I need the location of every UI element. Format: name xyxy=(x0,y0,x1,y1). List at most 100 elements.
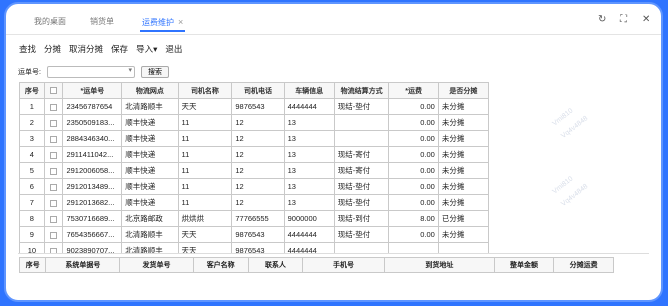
cell-outlet[interactable]: 顺丰快递 xyxy=(121,178,179,195)
cell-driver-phone[interactable]: 9876543 xyxy=(231,98,285,115)
table-row[interactable]: 2 2350509183... 顺丰快递 11 12 13 0.00 未分摊 xyxy=(19,114,490,131)
cell-select[interactable] xyxy=(43,162,64,179)
cell-driver[interactable]: 11 xyxy=(177,194,233,211)
cell-allocated[interactable]: 未分摊 xyxy=(437,226,490,243)
cell-outlet[interactable]: 北京路邮政 xyxy=(121,210,179,227)
cell-select[interactable] xyxy=(43,130,64,147)
row-checkbox[interactable] xyxy=(50,215,58,223)
cell-allocated[interactable]: 未分摊 xyxy=(437,194,490,211)
cell-vehicle[interactable]: 4444444 xyxy=(283,226,335,243)
cell-waybill[interactable]: 23456787654 xyxy=(62,98,123,115)
cell-vehicle[interactable]: 13 xyxy=(283,114,335,131)
cell-vehicle[interactable]: 4444444 xyxy=(283,242,335,253)
cell-driver[interactable]: 11 xyxy=(177,162,233,179)
cell-settlement[interactable]: 现结-寄付 xyxy=(333,162,390,179)
cell-allocated[interactable]: 未分摊 xyxy=(437,130,490,147)
table-row[interactable]: 3 2884346340... 顺丰快递 11 12 13 0.00 未分摊 xyxy=(19,130,490,147)
cell-allocated[interactable] xyxy=(437,242,490,253)
cell-settlement[interactable]: 现结-垫付 xyxy=(333,226,390,243)
table-row[interactable]: 1 23456787654 北清路顺丰 天天 9876543 4444444 现结-垫付 0.… xyxy=(19,98,490,115)
row-checkbox[interactable] xyxy=(50,151,58,159)
cell-select[interactable] xyxy=(43,242,64,253)
cell-select[interactable] xyxy=(43,226,64,243)
cell-vehicle[interactable]: 13 xyxy=(283,162,335,179)
cell-driver-phone[interactable]: 12 xyxy=(231,194,285,211)
cell-driver-phone[interactable]: 9876543 xyxy=(231,226,285,243)
cell-settlement[interactable]: 现结-寄付 xyxy=(333,146,390,163)
cell-outlet[interactable]: 北清路顺丰 xyxy=(121,242,179,253)
table-row[interactable]: 5 2912006058... 顺丰快递 11 12 13 现结-寄付 0.00 未分摊 xyxy=(19,162,490,179)
cell-select[interactable] xyxy=(43,114,64,131)
cell-allocated[interactable]: 未分摊 xyxy=(437,162,490,179)
cell-driver[interactable]: 天天 xyxy=(177,242,233,253)
cell-freight[interactable]: 0.00 xyxy=(388,98,439,115)
cell-allocated[interactable]: 未分摊 xyxy=(437,114,490,131)
row-checkbox[interactable] xyxy=(50,167,58,175)
cell-waybill[interactable]: 9023890707... xyxy=(62,242,123,253)
cell-waybill[interactable]: 7530716689... xyxy=(62,210,123,227)
row-checkbox[interactable] xyxy=(50,103,58,111)
cell-index[interactable]: 6 xyxy=(19,178,45,195)
table-row[interactable]: 6 2912013489... 顺丰快递 11 12 13 现结-垫付 0.00 未分摊 xyxy=(19,178,490,195)
cell-select[interactable] xyxy=(43,146,64,163)
cell-settlement[interactable]: 现结-垫付 xyxy=(333,178,390,195)
cell-driver[interactable]: 11 xyxy=(177,146,233,163)
cell-freight[interactable]: 0.00 xyxy=(388,162,439,179)
cell-outlet[interactable]: 顺丰快递 xyxy=(121,194,179,211)
row-checkbox[interactable] xyxy=(50,231,58,239)
cell-vehicle[interactable]: 13 xyxy=(283,146,335,163)
cell-waybill[interactable]: 2911411042... xyxy=(62,146,123,163)
cell-outlet[interactable]: 顺丰快递 xyxy=(121,114,179,131)
cell-index[interactable]: 2 xyxy=(19,114,45,131)
cell-outlet[interactable]: 北清路顺丰 xyxy=(121,226,179,243)
cell-driver[interactable]: 烘烘烘 xyxy=(177,210,233,227)
cell-freight[interactable]: 0.00 xyxy=(388,226,439,243)
cell-allocated[interactable]: 未分摊 xyxy=(437,178,490,195)
select-all-checkbox[interactable] xyxy=(50,86,58,94)
cell-index[interactable]: 7 xyxy=(19,194,45,211)
cell-vehicle[interactable]: 4444444 xyxy=(283,98,335,115)
cell-index[interactable]: 8 xyxy=(19,210,45,227)
cell-settlement[interactable] xyxy=(333,130,390,147)
cell-freight[interactable]: 8.00 xyxy=(388,210,439,227)
cell-index[interactable]: 10 xyxy=(19,242,45,253)
table-row[interactable]: 7 2912013682... 顺丰快递 11 12 13 现结-垫付 0.00 未分摊 xyxy=(19,194,490,211)
cell-driver-phone[interactable]: 9876543 xyxy=(231,242,285,253)
cell-index[interactable]: 5 xyxy=(19,162,45,179)
row-checkbox[interactable] xyxy=(50,135,58,143)
cell-driver-phone[interactable]: 12 xyxy=(231,146,285,163)
cell-driver-phone[interactable]: 12 xyxy=(231,130,285,147)
cell-allocated[interactable]: 未分摊 xyxy=(437,146,490,163)
cell-select[interactable] xyxy=(43,210,64,227)
cell-waybill[interactable]: 2912006058... xyxy=(62,162,123,179)
cell-index[interactable]: 4 xyxy=(19,146,45,163)
cell-driver-phone[interactable]: 77766555 xyxy=(231,210,285,227)
cell-select[interactable] xyxy=(43,178,64,195)
cell-driver-phone[interactable]: 12 xyxy=(231,114,285,131)
cell-freight[interactable] xyxy=(388,242,439,253)
table-row[interactable]: 10 9023890707... 北清路顺丰 天天 9876543 4444444 xyxy=(19,242,490,253)
cell-settlement[interactable]: 现结-垫付 xyxy=(333,98,390,115)
cell-settlement[interactable]: 现结-垫付 xyxy=(333,194,390,211)
cell-freight[interactable]: 0.00 xyxy=(388,114,439,131)
cell-driver-phone[interactable]: 12 xyxy=(231,162,285,179)
cell-waybill[interactable]: 2350509183... xyxy=(62,114,123,131)
cell-freight[interactable]: 0.00 xyxy=(388,178,439,195)
cell-outlet[interactable]: 顺丰快递 xyxy=(121,146,179,163)
cell-freight[interactable]: 0.00 xyxy=(388,194,439,211)
cell-select[interactable] xyxy=(43,194,64,211)
cell-settlement[interactable] xyxy=(333,242,390,253)
table-row[interactable]: 8 7530716689... 北京路邮政 烘烘烘 77766555 9000000 现结-… xyxy=(19,210,490,227)
cell-outlet[interactable]: 顺丰快递 xyxy=(121,162,179,179)
cell-allocated[interactable]: 未分摊 xyxy=(437,98,490,115)
cell-driver[interactable]: 11 xyxy=(177,114,233,131)
cell-driver-phone[interactable]: 12 xyxy=(231,178,285,195)
cell-allocated[interactable]: 已分摊 xyxy=(437,210,490,227)
cell-driver[interactable]: 11 xyxy=(177,130,233,147)
table-row[interactable]: 9 7654356667... 北清路顺丰 天天 9876543 4444444 现结-垫付… xyxy=(19,226,490,243)
cell-waybill[interactable]: 7654356667... xyxy=(62,226,123,243)
cell-driver[interactable]: 天天 xyxy=(177,226,233,243)
cell-vehicle[interactable]: 9000000 xyxy=(283,210,335,227)
cell-freight[interactable]: 0.00 xyxy=(388,146,439,163)
cell-outlet[interactable]: 北清路顺丰 xyxy=(121,98,179,115)
